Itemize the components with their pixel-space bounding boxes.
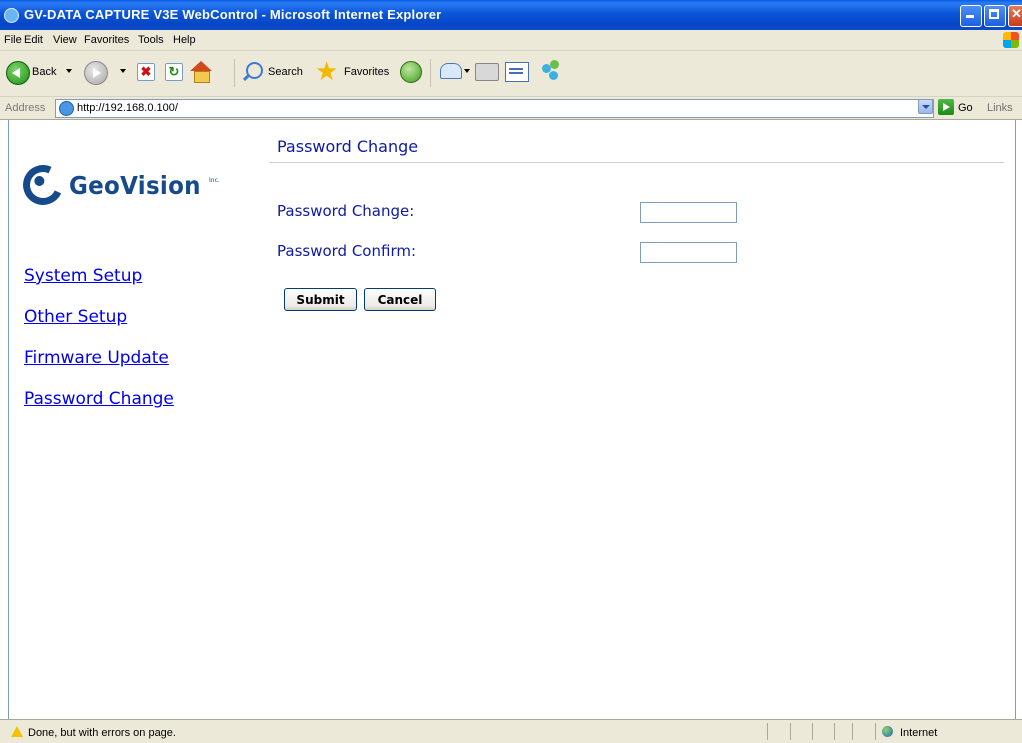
nav-link-other-setup[interactable]: Other Setup (24, 307, 127, 327)
standard-toolbar: Back ✖ ↻ Search ★ Favorites (0, 51, 1022, 97)
address-url[interactable]: http://192.168.0.100/ (77, 102, 178, 114)
logo-suffix: Inc. (209, 177, 220, 184)
status-divider (790, 723, 791, 740)
address-input[interactable]: http://192.168.0.100/ (55, 99, 934, 118)
menu-help[interactable]: Help (173, 34, 196, 46)
nav-link-system-setup[interactable]: System Setup (24, 266, 142, 286)
home-icon[interactable] (190, 61, 212, 71)
status-divider (875, 723, 876, 740)
status-divider (812, 723, 813, 740)
media-icon[interactable] (400, 61, 422, 83)
print-icon[interactable] (475, 63, 499, 81)
favorites-button-label[interactable]: Favorites (344, 66, 389, 78)
title-divider (269, 162, 1004, 163)
cancel-button[interactable]: Cancel (364, 288, 436, 311)
geovision-logo-icon (17, 159, 69, 211)
status-divider (852, 723, 853, 740)
security-zone-label: Internet (900, 727, 938, 739)
close-button[interactable]: ✕ (1008, 5, 1022, 27)
minimize-icon (966, 15, 974, 18)
page-icon (59, 101, 74, 116)
menu-tools[interactable]: Tools (138, 34, 164, 46)
search-button-label[interactable]: Search (268, 66, 303, 78)
page-content: GeoVision Inc. System Setup Other Setup … (8, 120, 1016, 719)
status-text: Done, but with errors on page. (28, 727, 176, 739)
back-dropdown-icon[interactable] (66, 69, 72, 73)
menu-view[interactable]: View (53, 34, 77, 46)
favorites-star-icon[interactable]: ★ (315, 57, 338, 85)
forward-arrow-icon[interactable] (84, 61, 108, 85)
edit-icon[interactable] (505, 62, 529, 82)
close-icon: ✕ (1011, 6, 1022, 21)
toolbar-separator (234, 59, 235, 87)
minimize-button[interactable] (960, 5, 982, 27)
menu-file[interactable]: File (4, 34, 22, 46)
toolbar-separator (430, 59, 431, 87)
address-bar: Address http://192.168.0.100/ Go Links (0, 97, 1022, 120)
status-divider (767, 723, 768, 740)
home-icon-body[interactable] (194, 71, 210, 83)
maximize-button[interactable] (984, 5, 1006, 27)
windows-logo-icon (1003, 32, 1019, 48)
search-icon[interactable] (246, 62, 263, 79)
status-divider (834, 723, 835, 740)
status-bar: Done, but with errors on page. Internet (0, 719, 1022, 743)
menu-favorites[interactable]: Favorites (84, 34, 129, 46)
mail-dropdown-icon[interactable] (464, 69, 470, 73)
ie-icon (4, 8, 19, 23)
logo-text: GeoVision (69, 171, 201, 200)
mail-icon[interactable] (440, 63, 462, 79)
password-change-label: Password Change: (277, 202, 415, 220)
go-arrow-icon[interactable] (938, 99, 954, 115)
go-button-label[interactable]: Go (958, 102, 973, 114)
window-title: GV-DATA CAPTURE V3E WebControl - Microso… (24, 7, 442, 22)
geovision-logo: GeoVision Inc. (17, 159, 233, 211)
links-label[interactable]: Links (987, 102, 1013, 114)
refresh-icon[interactable]: ↻ (165, 63, 183, 81)
nav-link-password-change[interactable]: Password Change (24, 389, 174, 409)
nav-link-firmware-update[interactable]: Firmware Update (24, 348, 169, 368)
forward-dropdown-icon[interactable] (120, 69, 126, 73)
warning-icon[interactable] (11, 726, 23, 737)
address-label: Address (5, 102, 46, 114)
back-button-label[interactable]: Back (32, 66, 56, 78)
password-confirm-label: Password Confirm: (277, 242, 417, 260)
stop-icon[interactable]: ✖ (137, 63, 155, 81)
back-arrow-icon[interactable] (6, 61, 30, 85)
page-title: Password Change (277, 137, 419, 156)
password-change-field[interactable] (640, 202, 737, 223)
menu-edit[interactable]: Edit (24, 34, 43, 46)
window-title-bar[interactable]: GV-DATA CAPTURE V3E WebControl - Microso… (0, 0, 1022, 30)
maximize-icon (989, 9, 999, 19)
menu-bar: File Edit View Favorites Tools Help (0, 30, 1022, 51)
address-dropdown-icon[interactable] (918, 99, 933, 114)
password-confirm-field[interactable] (640, 242, 737, 263)
messenger-icon[interactable] (540, 60, 562, 82)
internet-zone-icon (882, 726, 893, 737)
submit-button[interactable]: Submit (284, 288, 357, 311)
